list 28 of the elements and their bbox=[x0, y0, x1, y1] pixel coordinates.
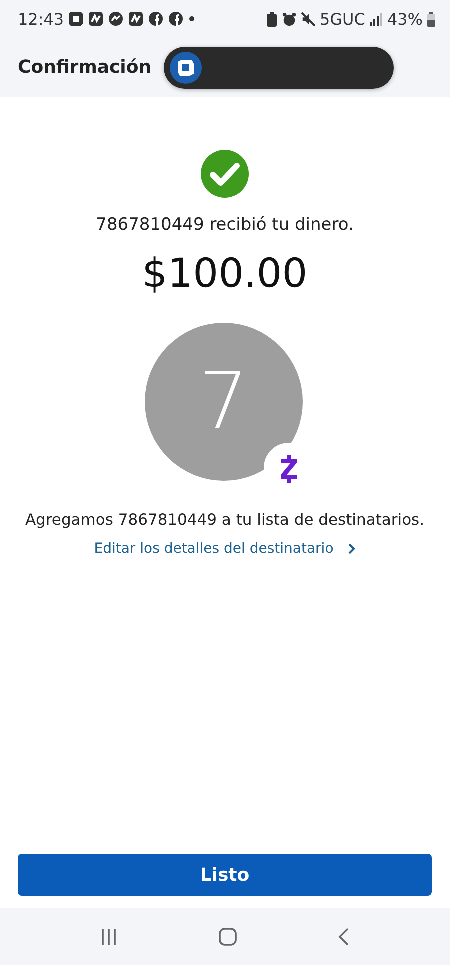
facebook-icon bbox=[168, 11, 184, 27]
facebook-icon bbox=[148, 11, 164, 27]
square-app-icon bbox=[68, 11, 84, 27]
back-icon[interactable] bbox=[336, 926, 351, 946]
recipient-added-note: Agregamos 7867810449 a tu lista de destinatarios. bbox=[25, 511, 425, 529]
mute-icon bbox=[300, 12, 316, 26]
messenger-icon bbox=[108, 11, 124, 27]
page-title: Confirmación bbox=[18, 57, 152, 78]
recipient-avatar: 7 bbox=[145, 323, 303, 481]
home-icon[interactable] bbox=[218, 926, 238, 946]
done-button[interactable]: Listo bbox=[18, 854, 432, 896]
battery-icon bbox=[427, 12, 436, 26]
battery-level: 43% bbox=[387, 10, 423, 28]
amount: $100.00 bbox=[142, 251, 308, 297]
chevron-right-icon bbox=[348, 543, 356, 555]
status-time: 12:43 bbox=[18, 10, 64, 28]
confirmation-message: 7867810449 recibió tu dinero. bbox=[96, 215, 354, 235]
app-icon bbox=[128, 11, 144, 27]
dot-icon bbox=[188, 15, 196, 23]
app-icon bbox=[88, 11, 104, 27]
alarm-icon bbox=[282, 12, 297, 26]
success-check-icon bbox=[200, 149, 250, 199]
edit-recipient-link[interactable]: Editar los detalles del destinatario bbox=[94, 541, 356, 557]
network-type: 5GUC bbox=[320, 10, 366, 28]
clipboard-icon bbox=[266, 12, 278, 26]
bank-logo-icon bbox=[170, 52, 202, 84]
signal-icon bbox=[369, 12, 384, 26]
chat-bubble[interactable] bbox=[164, 46, 394, 88]
